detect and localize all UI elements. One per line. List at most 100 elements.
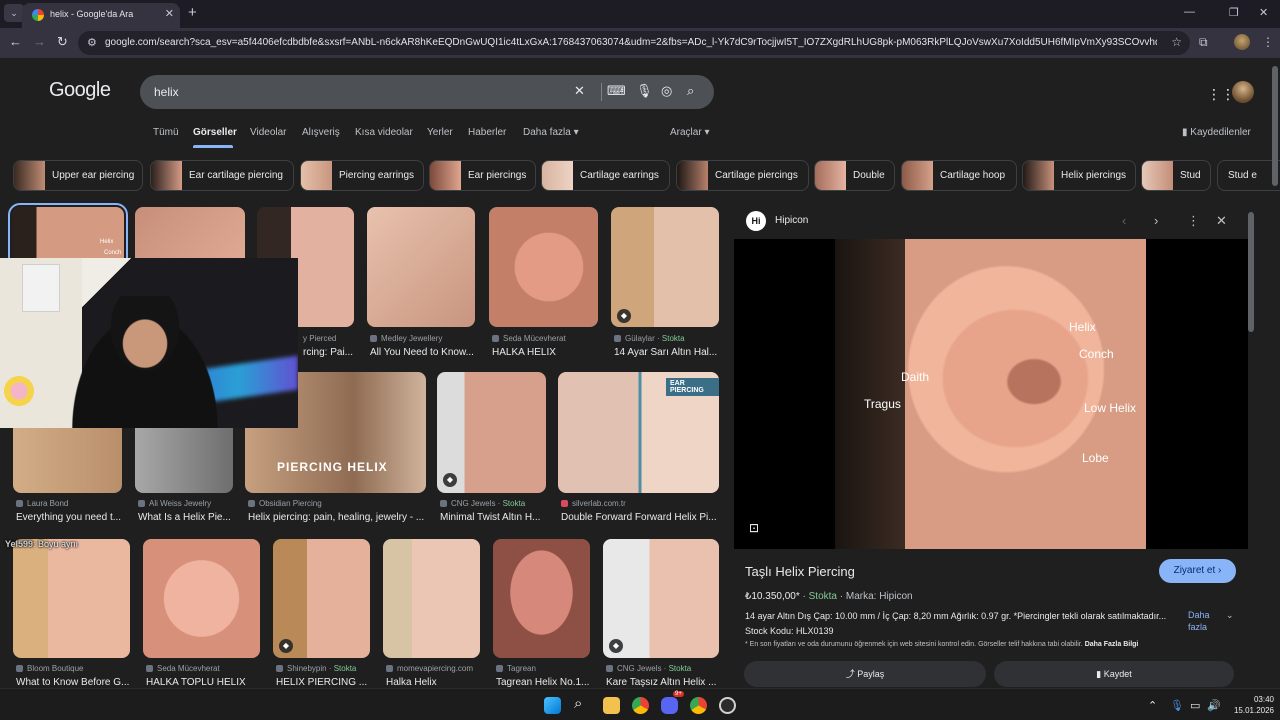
google-logo[interactable]: Google <box>49 79 111 102</box>
result-image[interactable] <box>143 539 260 658</box>
chip[interactable]: Cartilage hoop <box>901 160 1017 191</box>
result-image[interactable] <box>13 539 130 658</box>
address-bar[interactable]: ⚙ google.com/search?sca_esv=a5f4406efcdb… <box>78 31 1190 55</box>
browser-tab[interactable]: helix - Google'da Ara ✕ <box>22 3 180 28</box>
forward-icon[interactable]: → <box>33 34 46 49</box>
chip[interactable]: Cartilage earrings <box>541 160 670 191</box>
keyboard-icon[interactable]: ⌨ <box>607 83 626 99</box>
tab-images[interactable]: Görseller <box>193 127 237 138</box>
site-logo[interactable]: Hi <box>746 211 766 231</box>
close-preview-icon[interactable]: ✕ <box>1216 213 1227 229</box>
saved-link[interactable]: ▮ Kaydedilenler <box>1182 127 1251 138</box>
chip[interactable]: Double <box>814 160 895 191</box>
microphone-icon[interactable]: 🎙 <box>1170 699 1184 712</box>
result-image[interactable]: EAR PIERCING <box>558 372 719 493</box>
result-image[interactable]: ◆ <box>437 372 546 493</box>
tab-search-icon[interactable]: ⌄ <box>4 4 24 22</box>
share-button[interactable]: ⤴ Paylaş <box>744 661 986 687</box>
back-icon[interactable]: ← <box>9 34 22 49</box>
restore-icon[interactable]: ❐ <box>1229 6 1239 19</box>
tab-news[interactable]: Haberler <box>468 127 506 138</box>
result-title[interactable]: Everything you need t... <box>16 512 124 523</box>
result-title[interactable]: rcing: Pai... <box>303 347 355 358</box>
site-name[interactable]: Hipicon <box>775 215 808 226</box>
product-title[interactable]: Taşlı Helix Piercing <box>745 564 855 579</box>
google-apps-icon[interactable]: ⋮⋮ <box>1207 86 1235 103</box>
panel-scrollbar[interactable] <box>1248 212 1254 332</box>
app-icon[interactable] <box>719 697 736 714</box>
chip[interactable]: Piercing earrings <box>300 160 424 191</box>
tab-short-videos[interactable]: Kısa videolar <box>355 127 413 138</box>
browser-menu-icon[interactable]: ⋮ <box>1262 35 1274 49</box>
chrome-icon[interactable] <box>632 697 649 714</box>
minimize-icon[interactable]: — <box>1184 6 1195 18</box>
result-image[interactable] <box>493 539 590 658</box>
result-title[interactable]: What to Know Before G... <box>16 677 132 688</box>
result-image[interactable] <box>367 207 475 327</box>
chip[interactable]: Helix piercings <box>1022 160 1136 191</box>
tab-more[interactable]: Daha fazla ▾ <box>523 127 579 138</box>
chip[interactable]: Ear cartilage piercing <box>150 160 294 191</box>
tab-shopping[interactable]: Alışveriş <box>302 127 340 138</box>
result-image[interactable]: ◆ <box>603 539 719 658</box>
new-tab-icon[interactable]: + <box>188 4 197 21</box>
more-options-icon[interactable]: ⋮ <box>1187 213 1200 229</box>
search-box[interactable]: helix ✕ ⌨ 🎙 ◎ ⌕ <box>140 75 714 109</box>
result-image[interactable] <box>489 207 598 327</box>
save-button[interactable]: ▮ Kaydet <box>994 661 1234 687</box>
result-image[interactable]: ◆ <box>273 539 370 658</box>
chip[interactable]: Ear piercings <box>429 160 536 191</box>
tab-videos[interactable]: Videolar <box>250 127 287 138</box>
clear-search-icon[interactable]: ✕ <box>574 83 585 99</box>
tab-all[interactable]: Tümü <box>153 127 179 138</box>
result-title[interactable]: HELİX PİERCİNG ... <box>276 677 374 688</box>
result-title[interactable]: Helix piercing: pain, healing, jewelry -… <box>248 512 428 523</box>
bookmark-star-icon[interactable]: ☆ <box>1171 35 1182 49</box>
taskbar-search-icon[interactable]: ⌕ <box>574 695 582 712</box>
windows-start-icon[interactable] <box>544 697 561 714</box>
chip[interactable]: Upper ear piercing <box>13 160 143 191</box>
voice-search-icon[interactable]: 🎙 <box>636 83 653 99</box>
extensions-icon[interactable]: ⧉ <box>1199 35 1208 50</box>
visit-button[interactable]: Ziyaret et › <box>1159 559 1236 583</box>
chip[interactable]: Cartilage piercings <box>676 160 809 191</box>
result-title[interactable]: Double Forward Forward Helix Pi... <box>561 512 719 523</box>
discord-icon[interactable] <box>661 697 678 714</box>
result-title[interactable]: Minimal Twist Altın H... <box>440 512 548 523</box>
more-link[interactable]: Daha fazla <box>1188 609 1218 633</box>
result-title[interactable]: Kare Taşsız Altın Helix ... <box>606 677 722 688</box>
browser-profile-avatar[interactable] <box>1234 34 1250 50</box>
next-image-icon[interactable]: › <box>1154 213 1158 228</box>
result-title[interactable]: What Is a Helix Pie... <box>138 512 234 523</box>
result-title[interactable]: HALKA TOPLU HELIX <box>146 677 262 688</box>
tab-places[interactable]: Yerler <box>427 127 453 138</box>
lens-icon[interactable]: ◎ <box>661 83 672 99</box>
result-title[interactable]: 14 Ayar Sarı Altın Hal... <box>614 347 720 358</box>
file-explorer-icon[interactable] <box>603 697 620 714</box>
tools-menu[interactable]: Araçlar ▾ <box>670 127 709 138</box>
page-scrollbar[interactable] <box>1272 66 1278 186</box>
chevron-down-icon[interactable]: ⌄ <box>1226 610 1234 621</box>
window-close-icon[interactable]: ✕ <box>1259 6 1268 19</box>
tray-chevron-icon[interactable]: ⌃ <box>1148 699 1157 712</box>
lens-search-icon[interactable]: ⊡ <box>749 521 759 535</box>
system-clock[interactable]: 03:40 15.01.2026 <box>1228 694 1274 716</box>
chip[interactable]: Stud <box>1141 160 1211 191</box>
result-title[interactable]: All You Need to Know... <box>370 347 476 358</box>
tab-close-icon[interactable]: ✕ <box>165 7 174 20</box>
site-info-icon[interactable]: ⚙ <box>87 36 97 49</box>
volume-icon[interactable]: 🔊 <box>1207 699 1221 712</box>
result-image[interactable]: ◆ <box>611 207 719 327</box>
result-image[interactable] <box>383 539 480 658</box>
result-title[interactable]: Tagrean Helix No.1... <box>496 677 594 688</box>
display-icon[interactable]: ▭ <box>1190 699 1200 712</box>
search-input[interactable]: helix <box>154 85 179 99</box>
result-title[interactable]: HALKA HELIX <box>492 347 598 358</box>
address-url[interactable]: google.com/search?sca_esv=a5f4406efcdbdb… <box>105 37 1157 48</box>
previous-image-icon[interactable]: ‹ <box>1122 213 1126 228</box>
chrome-profile-icon[interactable] <box>690 697 707 714</box>
result-title[interactable]: Halka Helix <box>386 677 484 688</box>
learn-more-link[interactable]: Daha Fazla Bilgi <box>1085 641 1139 648</box>
account-avatar[interactable] <box>1232 81 1254 103</box>
search-icon[interactable]: ⌕ <box>687 83 694 99</box>
